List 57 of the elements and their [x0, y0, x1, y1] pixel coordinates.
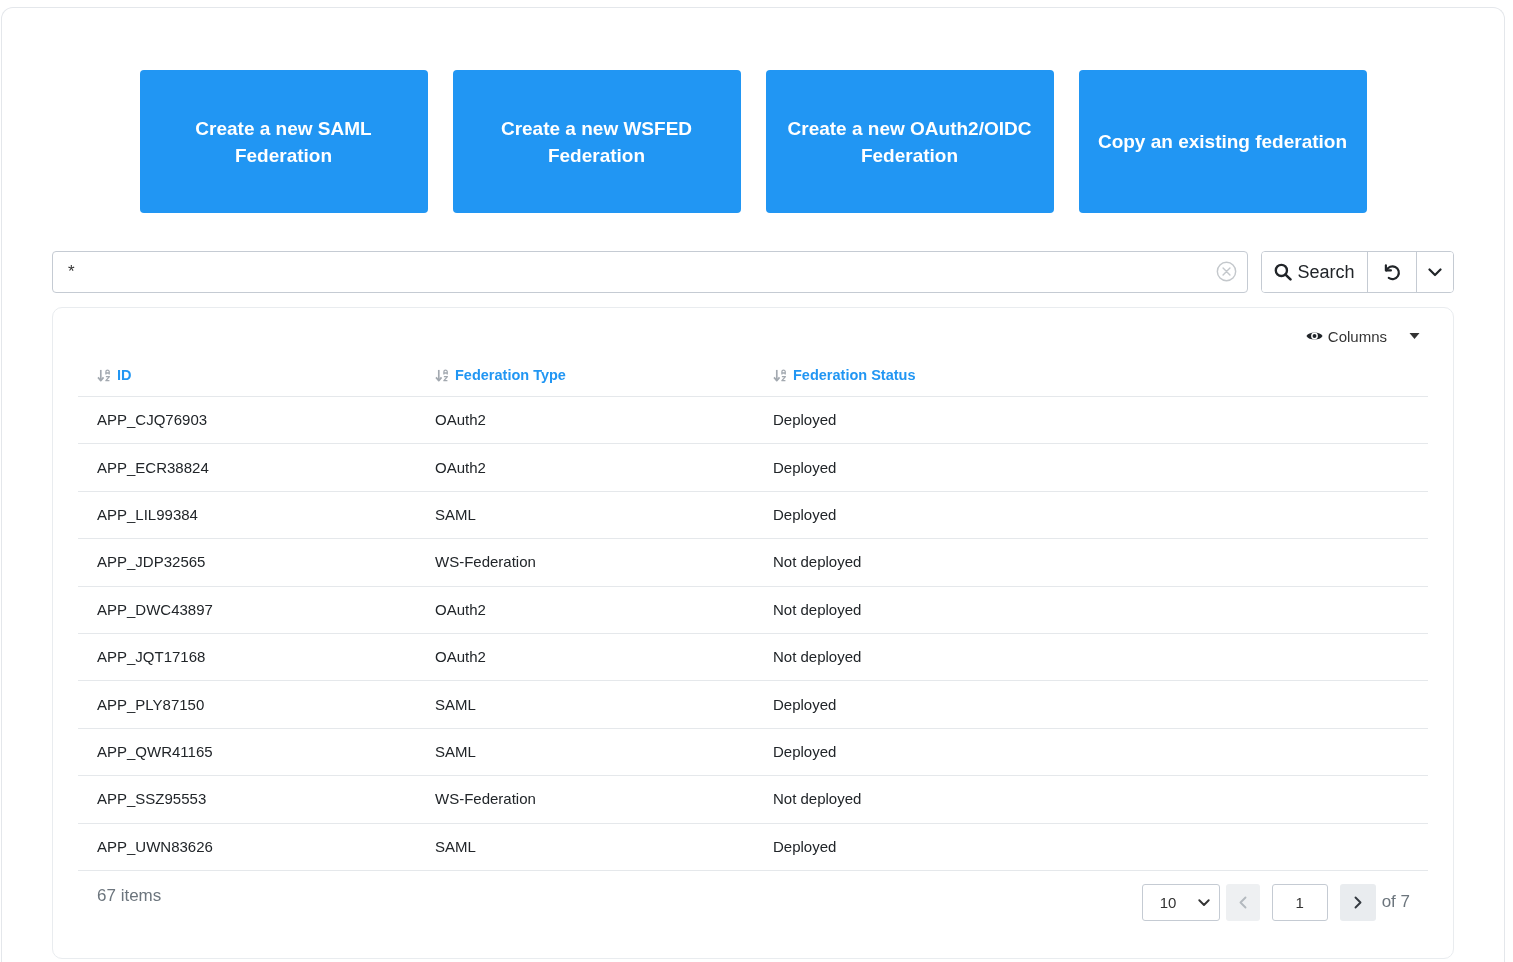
page-total: of 7 — [1381, 891, 1410, 914]
table-cell: APP_LIL99384 — [97, 505, 198, 523]
action-button[interactable]: Copy an existing federation — [1078, 70, 1367, 213]
table-cell: Not deployed — [773, 600, 862, 618]
item-count: 67 items — [97, 884, 162, 907]
search-field[interactable]: * — [52, 251, 1248, 293]
clear-icon — [1216, 261, 1237, 282]
next-page-button[interactable] — [1339, 883, 1376, 921]
table-cell: OAuth2 — [435, 411, 486, 429]
columns-toggle[interactable]: Columns — [1305, 325, 1420, 347]
column-header[interactable]: Federation Status — [773, 367, 916, 384]
page-size-select[interactable]: 10 — [1141, 883, 1220, 921]
table-cell: OAuth2 — [435, 648, 486, 666]
sort-icon — [773, 368, 788, 382]
search-icon — [1274, 263, 1293, 281]
chevron-right-icon — [1353, 895, 1362, 909]
table-cell: APP_ECR38824 — [97, 458, 209, 476]
table-cell: APP_SSZ95553 — [97, 790, 207, 808]
action-button[interactable]: Create a new WSFED Federation — [452, 70, 741, 213]
chevron-left-icon — [1238, 895, 1247, 909]
table-cell: Deployed — [773, 505, 837, 523]
table-cell: SAML — [435, 695, 476, 713]
table-cell: OAuth2 — [435, 600, 486, 618]
table-cell: SAML — [435, 742, 476, 760]
table-cell: APP_DWC43897 — [97, 600, 213, 618]
table-cell: Deployed — [773, 742, 837, 760]
table-cell: Not deployed — [773, 648, 862, 666]
table-cell: APP_UWN83626 — [97, 837, 213, 855]
table-cell: APP_JQT17168 — [97, 648, 206, 666]
table-cell: Not deployed — [773, 553, 862, 571]
table-cell: WS-Federation — [435, 790, 536, 808]
action-button[interactable]: Create a new SAML Federation — [139, 70, 428, 213]
chevron-down-icon — [1197, 898, 1210, 907]
table-cell: Deployed — [773, 411, 837, 429]
page-input[interactable]: 1 — [1271, 883, 1328, 921]
column-header[interactable]: Federation Type — [435, 367, 566, 384]
table-cell: Not deployed — [773, 790, 862, 808]
table-cell: APP_QWR41165 — [97, 742, 213, 760]
table-cell: APP_CJQ76903 — [97, 411, 208, 429]
table-cell: APP_PLY87150 — [97, 695, 205, 713]
undo-icon — [1383, 263, 1401, 281]
table-cell: Deployed — [773, 695, 837, 713]
sort-icon — [435, 368, 450, 382]
column-header[interactable]: ID — [97, 367, 132, 384]
table-cell: SAML — [435, 505, 476, 523]
sort-icon — [97, 368, 112, 382]
chevron-down-icon — [1428, 267, 1442, 277]
table-cell: OAuth2 — [435, 458, 486, 476]
action-button[interactable]: Create a new OAuth2/OIDC Federation — [765, 70, 1054, 213]
table-cell: APP_JDP32565 — [97, 553, 206, 571]
table-cell: SAML — [435, 837, 476, 855]
table-cell: Deployed — [773, 458, 837, 476]
caret-down-icon — [1409, 333, 1420, 339]
eye-icon — [1305, 330, 1323, 342]
table-cell: Deployed — [773, 837, 837, 855]
table-cell: WS-Federation — [435, 553, 536, 571]
search-button[interactable]: Search — [1262, 252, 1368, 292]
